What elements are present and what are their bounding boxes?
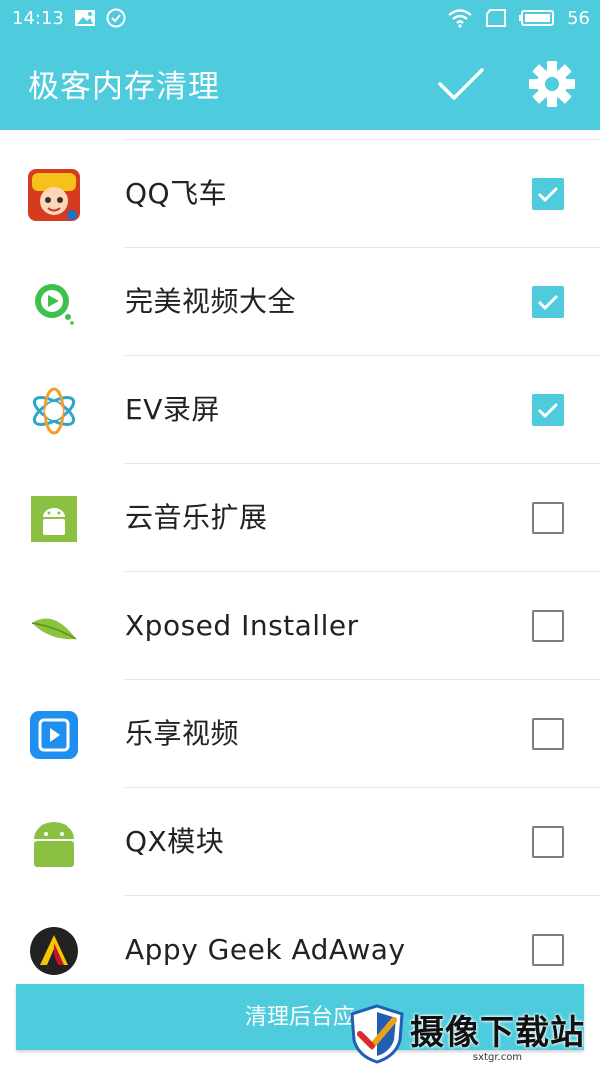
qq-speed-icon [28,169,80,221]
app-checkbox[interactable] [532,502,564,534]
app-name: Appy Geek AdAway [125,933,406,966]
app-name: 云音乐扩展 [125,501,268,534]
status-bar: 14:13 56 [0,0,600,36]
appy-geek-icon [30,927,78,975]
list-item[interactable]: QQ飞车 [0,140,600,248]
page-title: 极客内存清理 [28,68,220,105]
image-icon [74,10,95,26]
app-bar: 极客内存清理 [0,36,600,130]
video-player-icon [35,284,74,325]
app-name: Xposed Installer [125,609,359,642]
app-checkbox[interactable] [532,718,564,750]
confirm-button[interactable] [436,62,486,106]
app-name: 乐享视频 [125,717,240,750]
android-icon [31,496,77,542]
app-name: QX模块 [125,825,225,858]
list-item[interactable]: 完美视频大全 [0,248,600,356]
check-circle-icon [106,8,126,28]
checkmark-icon [537,294,559,311]
battery-level: 56 [567,7,590,29]
leaf-icon [31,618,77,640]
status-time: 14:13 [12,7,64,29]
play-box-icon [30,711,78,759]
app-name: 完美视频大全 [125,285,297,318]
app-checkbox[interactable] [532,610,564,642]
checkmark-icon [537,402,559,419]
list-item[interactable]: Appy Geek AdAway [0,896,600,990]
wifi-icon [448,9,472,28]
shield-logo-icon [350,1003,404,1064]
settings-button[interactable] [526,58,578,110]
list-item[interactable]: 云音乐扩展 [0,464,600,572]
app-list: QQ飞车 完美视频大全 EV录屏 云音乐扩展 Xposed Installer … [0,130,600,990]
android-icon [34,822,74,867]
watermark-url: sxtgr.com [472,1051,523,1063]
app-name: EV录屏 [125,393,220,426]
list-item[interactable]: Xposed Installer [0,572,600,680]
battery-icon [519,10,555,26]
watermark-title: 摄像下载站 [410,1012,585,1053]
app-checkbox[interactable] [532,934,564,966]
watermark: 摄像下载站 sxtgr.com [350,1000,600,1067]
app-checkbox[interactable] [532,394,564,426]
checkmark-icon [438,68,484,100]
ev-recorder-icon [32,387,76,435]
gear-icon [529,61,575,107]
list-item[interactable]: 乐享视频 [0,680,600,788]
app-checkbox[interactable] [532,286,564,318]
list-item[interactable]: QX模块 [0,788,600,896]
list-item[interactable]: EV录屏 [0,356,600,464]
app-checkbox[interactable] [532,826,564,858]
app-checkbox[interactable] [532,178,564,210]
sim-icon [486,9,507,27]
app-name: QQ飞车 [125,177,228,210]
checkmark-icon [537,186,559,203]
